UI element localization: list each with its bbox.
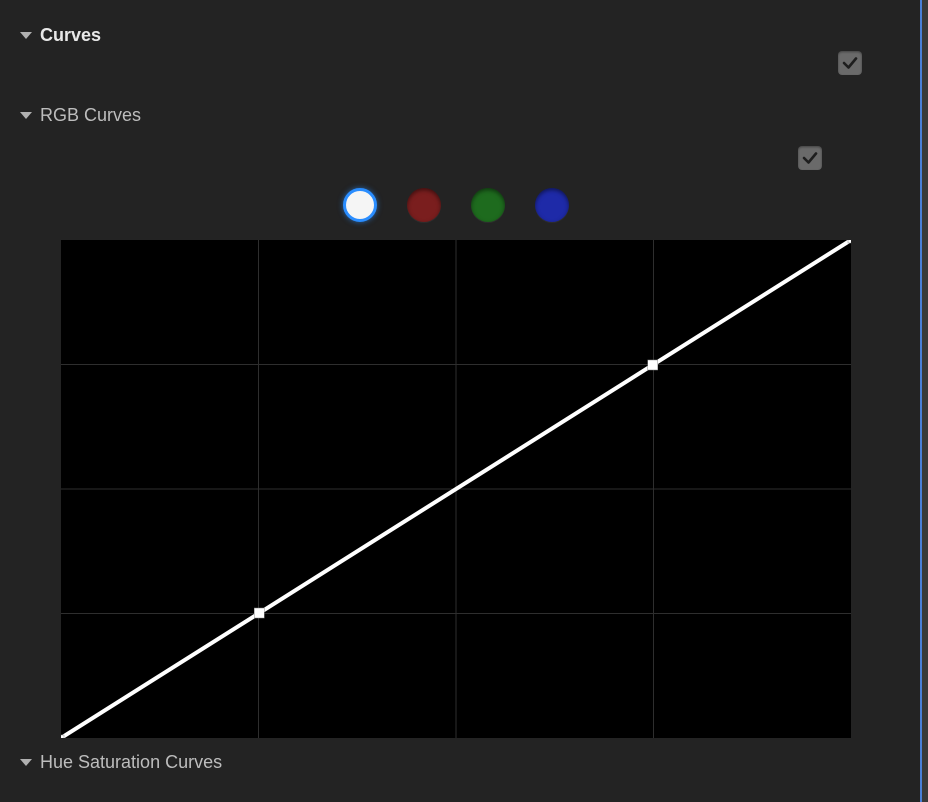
chevron-down-icon[interactable] bbox=[20, 32, 32, 39]
curves-graph[interactable] bbox=[61, 240, 851, 738]
channel-green-button[interactable] bbox=[471, 188, 505, 222]
curves-enable-checkbox[interactable] bbox=[838, 51, 862, 75]
channel-white-button[interactable] bbox=[343, 188, 377, 222]
rgb-curves-section-header: RGB Curves bbox=[20, 105, 892, 126]
right-edge-scrollbar[interactable] bbox=[920, 0, 928, 802]
channel-blue-button[interactable] bbox=[535, 188, 569, 222]
hue-sat-title: Hue Saturation Curves bbox=[40, 752, 222, 773]
rgb-curves-enable-checkbox[interactable] bbox=[798, 146, 822, 170]
channel-red-button[interactable] bbox=[407, 188, 441, 222]
check-icon bbox=[801, 149, 819, 167]
curve-control-point[interactable] bbox=[648, 360, 658, 370]
hue-sat-section-header: Hue Saturation Curves bbox=[20, 738, 892, 773]
curves-graph-svg[interactable] bbox=[61, 240, 851, 738]
curve-control-point[interactable] bbox=[254, 608, 264, 618]
check-icon bbox=[841, 54, 859, 72]
curve-control-point[interactable] bbox=[61, 735, 64, 738]
curves-section-header: Curves bbox=[20, 25, 892, 46]
chevron-down-icon[interactable] bbox=[20, 759, 32, 766]
chevron-down-icon[interactable] bbox=[20, 112, 32, 119]
curve-control-point[interactable] bbox=[848, 240, 851, 243]
channel-selectors bbox=[20, 188, 892, 222]
curves-title: Curves bbox=[40, 25, 101, 46]
rgb-curves-title: RGB Curves bbox=[40, 105, 141, 126]
